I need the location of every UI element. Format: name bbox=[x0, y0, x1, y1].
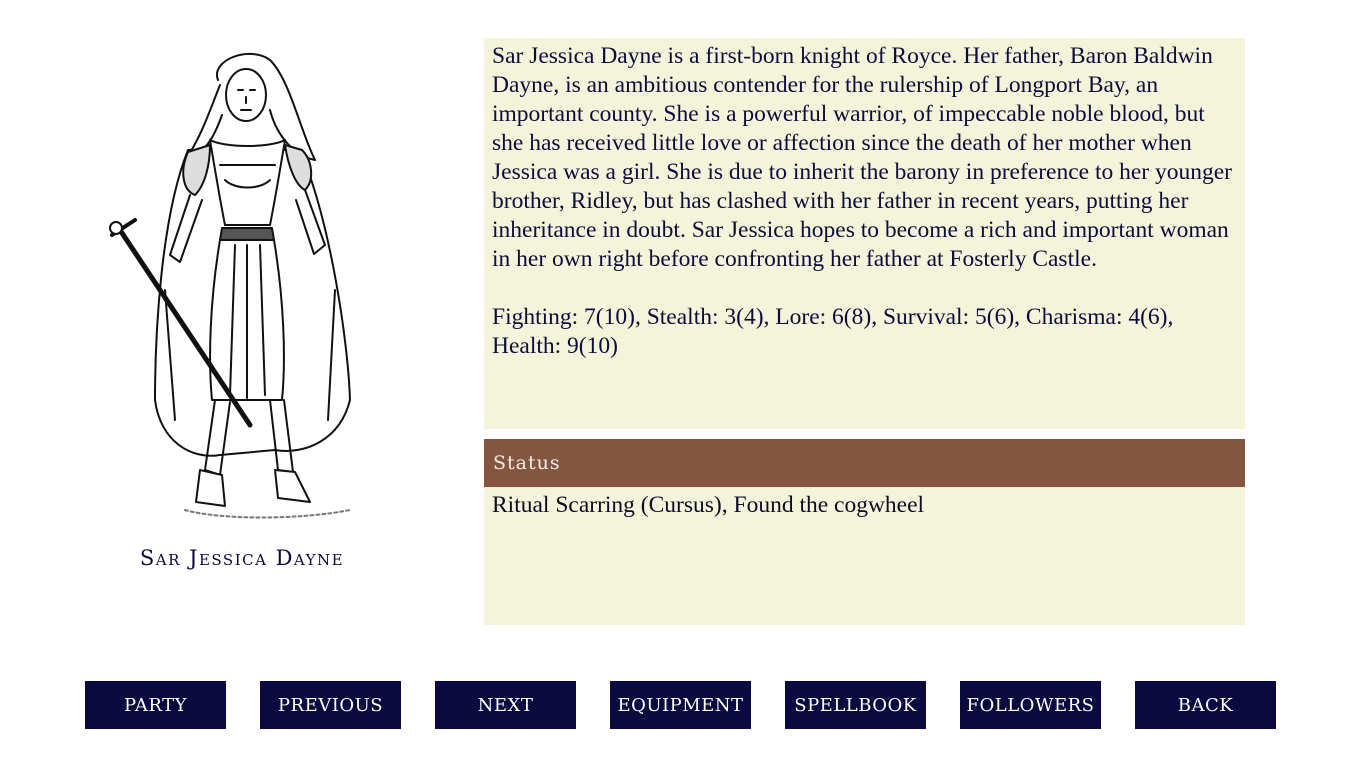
party-button[interactable]: PARTY bbox=[85, 681, 226, 729]
character-description: Sar Jessica Dayne is a first-born knight… bbox=[492, 43, 1233, 272]
status-header: Status bbox=[484, 439, 1245, 487]
button-bar: PARTY PREVIOUS NEXT EQUIPMENT SPELLBOOK … bbox=[0, 681, 1366, 729]
spellbook-button[interactable]: SPELLBOOK bbox=[785, 681, 926, 729]
equipment-button[interactable]: EQUIPMENT bbox=[610, 681, 751, 729]
back-button[interactable]: BACK bbox=[1135, 681, 1276, 729]
character-portrait bbox=[100, 40, 380, 535]
previous-button[interactable]: PREVIOUS bbox=[260, 681, 401, 729]
character-stats: Fighting: 7(10), Stealth: 3(4), Lore: 6(… bbox=[492, 304, 1174, 359]
character-sheet-screen: Sar Jessica Dayne Sar Jessica Dayne is a… bbox=[0, 0, 1366, 768]
character-name: Sar Jessica Dayne bbox=[139, 546, 345, 570]
status-text: Ritual Scarring (Cursus), Found the cogw… bbox=[492, 492, 925, 518]
status-header-label: Status bbox=[493, 452, 561, 474]
status-panel: Ritual Scarring (Cursus), Found the cogw… bbox=[484, 487, 1245, 625]
next-button[interactable]: NEXT bbox=[435, 681, 576, 729]
knight-portrait-icon bbox=[109, 52, 351, 519]
followers-button[interactable]: FOLLOWERS bbox=[960, 681, 1101, 729]
character-description-panel: Sar Jessica Dayne is a first-born knight… bbox=[484, 38, 1245, 429]
